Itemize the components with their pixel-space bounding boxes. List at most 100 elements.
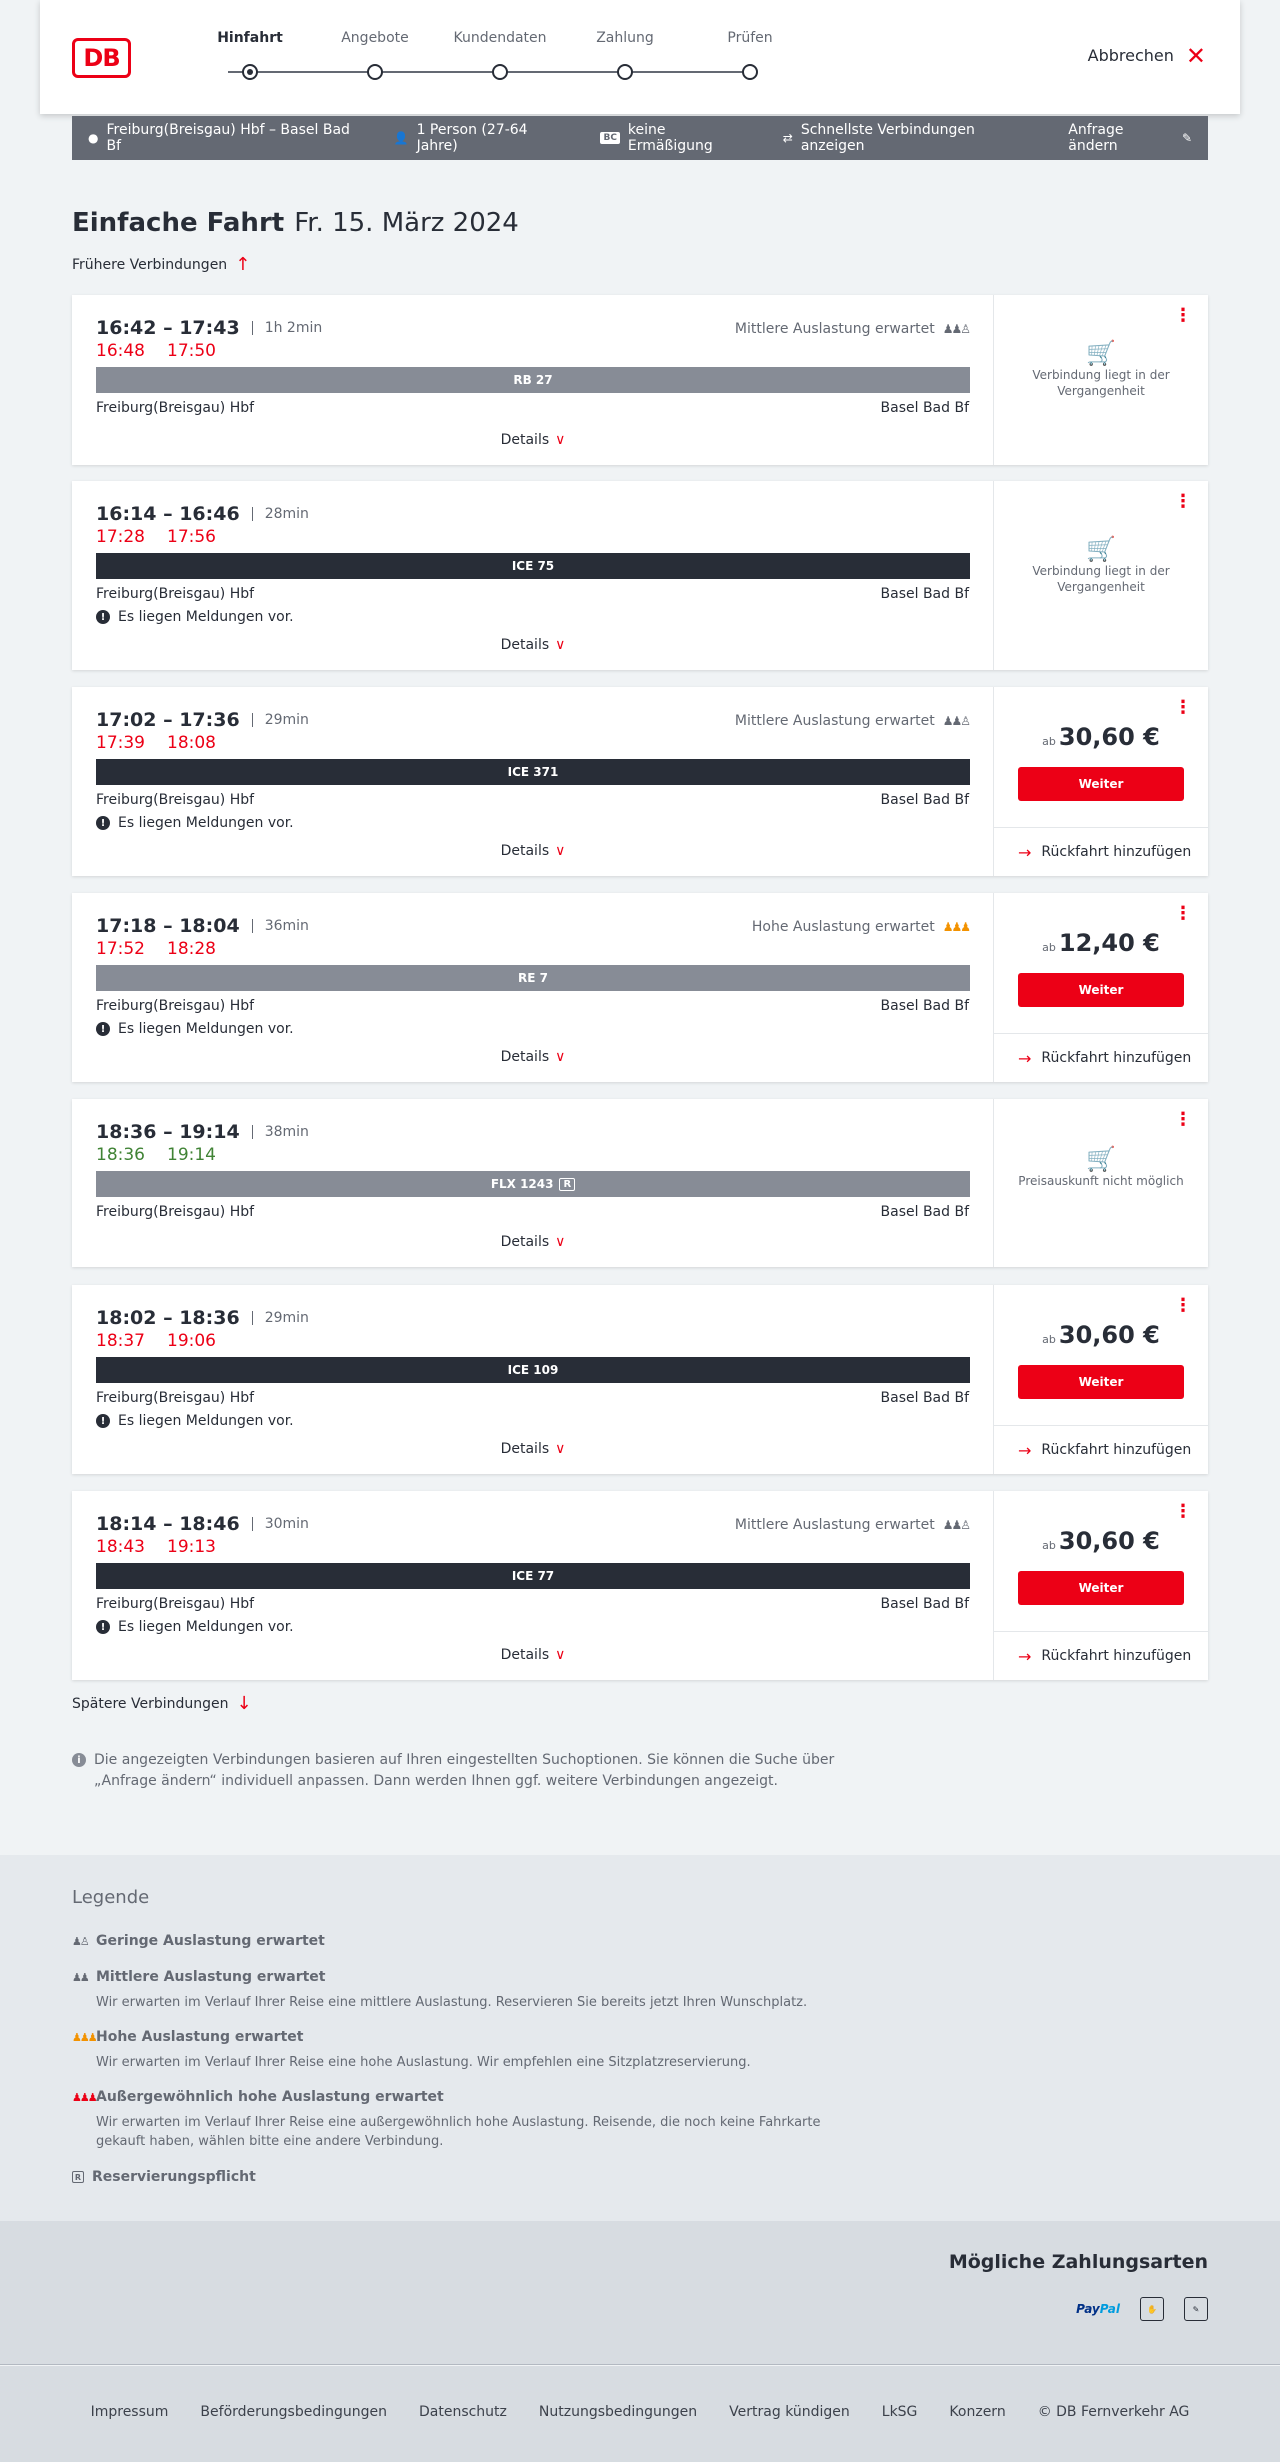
- footer-links: Impressum Beförderungsbedingungen Datens…: [0, 2404, 1280, 2420]
- footer-link-nutzungsbedingungen[interactable]: Nutzungsbedingungen: [539, 2404, 697, 2420]
- occupancy-low-icon: ♟♙: [72, 1934, 90, 1948]
- alert-icon: !: [96, 1414, 110, 1428]
- occupancy-medium-icon: ♟♟♙: [942, 1518, 971, 1532]
- realtime-arrival: 17:50: [167, 341, 216, 361]
- price-prefix: ab: [1042, 1539, 1056, 1552]
- later-connections-button[interactable]: Spätere Verbindungen ↓: [72, 1695, 252, 1713]
- more-options-icon[interactable]: ⋮: [1174, 1503, 1192, 1521]
- more-options-icon[interactable]: ⋮: [1174, 1111, 1192, 1129]
- occupancy-text: Mittlere Auslastung erwartet: [734, 1517, 935, 1533]
- occupancy-info: Mittlere Auslastung erwartet ♟♟♙: [735, 713, 971, 729]
- add-return-button[interactable]: → Rückfahrt hinzufügen: [994, 827, 1208, 876]
- more-options-icon[interactable]: ⋮: [1174, 307, 1192, 325]
- route-text: Freiburg(Breisgau) Hbf – Basel Bad Bf: [106, 122, 350, 154]
- realtime-departure: 18:36: [96, 1145, 145, 1165]
- footer-link-impressum[interactable]: Impressum: [91, 2404, 169, 2420]
- footer-link-konzern[interactable]: Konzern: [949, 2404, 1005, 2420]
- legend-item-label: Geringe Auslastung erwartet: [96, 1933, 325, 1949]
- realtime-times: 18:36 19:14: [96, 1145, 216, 1165]
- occupancy-high-icon: ♟♟♟: [72, 2030, 98, 2044]
- service-message: ! Es liegen Meldungen vor.: [96, 1619, 294, 1635]
- legend-item-title: R Reservierungspflicht: [72, 2169, 832, 2185]
- details-toggle[interactable]: Details ∨: [72, 637, 994, 653]
- payment-methods-section: Mögliche Zahlungsarten PayPal ✋ ✎: [0, 2221, 1280, 2365]
- step-kundendaten: Kundendaten: [440, 30, 560, 80]
- weiter-button[interactable]: Weiter: [1018, 767, 1184, 801]
- realtime-times: 17:52 18:28: [96, 939, 216, 959]
- realtime-departure: 17:52: [96, 939, 145, 959]
- paypal-logo: PayPal: [1076, 2302, 1120, 2316]
- duration: 36min: [251, 919, 309, 933]
- train-name: ICE 371: [507, 765, 559, 779]
- alert-icon: !: [96, 1620, 110, 1634]
- train-bar: ICE 109: [96, 1357, 970, 1383]
- train-name: ICE 75: [511, 559, 555, 573]
- fastest-text: Schnellste Verbindungen anzeigen: [800, 122, 975, 154]
- legend-item: ♟♟♟ Außergewöhnlich hohe Auslastung erwar…: [72, 2089, 832, 2151]
- details-label: Details: [500, 637, 550, 653]
- occupancy-extreme-icon: ♟♟♟: [72, 2090, 98, 2104]
- message-text: Es liegen Meldungen vor.: [118, 1021, 294, 1037]
- details-toggle[interactable]: Details ∨: [72, 843, 994, 859]
- cart-icon: 🛒: [1086, 339, 1116, 367]
- more-options-icon[interactable]: ⋮: [1174, 699, 1192, 717]
- weiter-button[interactable]: Weiter: [1018, 1365, 1184, 1399]
- edit-request-button[interactable]: Anfrage ändern ✎: [1068, 122, 1192, 154]
- more-options-icon[interactable]: ⋮: [1174, 905, 1192, 923]
- price-value: 30,60 €: [1058, 1527, 1160, 1555]
- footer-link-vertrag-kuendigen[interactable]: Vertrag kündigen: [729, 2404, 850, 2420]
- details-toggle[interactable]: Details ∨: [72, 1441, 994, 1457]
- offer-panel: ⋮ ab 30,60 € Weiter → Rückfahrt hinzufügen: [994, 1491, 1208, 1680]
- connection-card: 18:14 – 18:46 30min Mittlere Auslastung e…: [72, 1491, 1208, 1680]
- return-label: Rückfahrt hinzufügen: [1041, 1442, 1192, 1458]
- realtime-times: 17:28 17:56: [96, 527, 216, 547]
- weiter-button[interactable]: Weiter: [1018, 1571, 1184, 1605]
- search-summary-bar: ● Freiburg(Breisgau) Hbf – Basel Bad Bf 👤…: [72, 116, 1208, 160]
- price: ab 30,60 €: [994, 1321, 1208, 1349]
- more-options-icon[interactable]: ⋮: [1174, 1297, 1192, 1315]
- footer-link-lksg[interactable]: LkSG: [882, 2404, 918, 2420]
- details-toggle[interactable]: Details ∨: [72, 432, 994, 448]
- legend-item-title: ♟♟♟ Hohe Auslastung erwartet: [72, 2029, 832, 2045]
- footer: Impressum Beförderungsbedingungen Datens…: [0, 2366, 1280, 2462]
- footer-link-befoerderungsbedingungen[interactable]: Beförderungsbedingungen: [200, 2404, 387, 2420]
- connection-main: 18:14 – 18:46 30min Mittlere Auslastung e…: [72, 1491, 994, 1680]
- step-hinfahrt: Hinfahrt: [190, 30, 310, 80]
- weiter-button[interactable]: Weiter: [1018, 973, 1184, 1007]
- page-title: Einfache Fahrt Fr. 15. März 2024: [72, 208, 519, 238]
- step-pruefen: Prüfen: [690, 30, 810, 80]
- train-name: RE 7: [518, 971, 548, 985]
- price-prefix: ab: [1042, 941, 1056, 954]
- reservation-required-icon: R: [559, 1177, 576, 1191]
- legend-item-desc: Wir erwarten im Verlauf Ihrer Reise eine…: [96, 2055, 751, 2070]
- chevron-down-icon: ∨: [555, 1049, 566, 1065]
- discount-summary: BC keine Ermäßigung: [600, 122, 750, 154]
- destination-station: Basel Bad Bf: [880, 998, 969, 1014]
- details-toggle[interactable]: Details ∨: [72, 1049, 994, 1065]
- planned-times: 18:02 – 18:36: [96, 1307, 240, 1329]
- realtime-times: 16:48 17:50: [96, 341, 216, 361]
- footer-link-datenschutz[interactable]: Datenschutz: [419, 2404, 507, 2420]
- add-return-button[interactable]: → Rückfahrt hinzufügen: [994, 1033, 1208, 1082]
- details-toggle[interactable]: Details ∨: [72, 1234, 994, 1250]
- add-return-button[interactable]: → Rückfahrt hinzufügen: [994, 1425, 1208, 1474]
- realtime-arrival: 18:28: [167, 939, 216, 959]
- realtime-arrival: 18:08: [167, 733, 216, 753]
- train-bar: ICE 77: [96, 1563, 970, 1589]
- occupancy-medium-icon: ♟♟♙: [942, 714, 971, 728]
- origin-station: Freiburg(Breisgau) Hbf: [96, 400, 255, 416]
- realtime-arrival: 17:56: [167, 527, 216, 547]
- connection-main: 18:02 – 18:36 29min 18:37 19:06 ICE 109 Fr…: [72, 1285, 994, 1474]
- destination-station: Basel Bad Bf: [880, 792, 969, 808]
- add-return-button[interactable]: → Rückfahrt hinzufügen: [994, 1631, 1208, 1680]
- db-logo[interactable]: DB: [72, 38, 131, 78]
- arrow-right-icon: →: [1018, 842, 1032, 862]
- details-toggle[interactable]: Details ∨: [72, 1647, 994, 1663]
- cancel-button[interactable]: Abbrechen ✕: [1088, 44, 1206, 68]
- earlier-connections-button[interactable]: Frühere Verbindungen ↑: [72, 256, 250, 274]
- duration: 28min: [251, 507, 309, 521]
- passenger-text: 1 Person (27-64 Jahre): [416, 122, 528, 154]
- more-options-icon[interactable]: ⋮: [1174, 493, 1192, 511]
- step-dot: [367, 64, 383, 80]
- return-label: Rückfahrt hinzufügen: [1041, 1050, 1192, 1066]
